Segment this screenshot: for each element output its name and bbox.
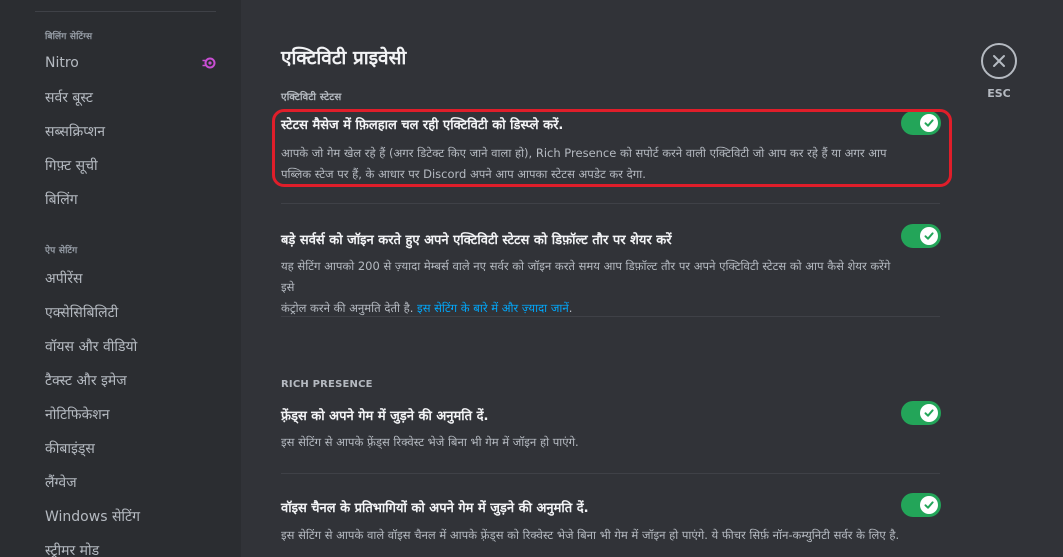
sidebar-item-label: गिफ़्ट सूची — [45, 157, 98, 174]
sidebar-item-label: स्ट्रीमर मोड — [45, 542, 100, 557]
sidebar-item-language[interactable]: लैंग्वेज — [35, 466, 225, 498]
learn-more-link[interactable]: इस सेटिंग के बारे में और ज़्यादा जानें — [417, 301, 569, 315]
divider — [281, 316, 940, 317]
toggle-knob — [920, 404, 938, 422]
sidebar-item-keybinds[interactable]: कीबाइंड्स — [35, 432, 225, 464]
toggle-knob — [920, 227, 938, 245]
sidebar-item-streamer-mode[interactable]: स्ट्रीमर मोड — [35, 534, 225, 557]
checkmark-icon — [924, 119, 934, 127]
divider — [281, 473, 940, 474]
divider — [281, 203, 940, 204]
close-icon — [993, 55, 1005, 67]
description-line: पब्लिक स्टेज पर हैं, के आधार पर Discord … — [281, 167, 646, 181]
description-line: आपके जो गेम खेल रहे हैं (अगर डिटेक्ट किए… — [281, 146, 887, 160]
sidebar-item-notifications[interactable]: नोटिफिकेशन — [35, 398, 225, 430]
close-area: ESC — [979, 43, 1019, 100]
share-activity-large-servers-title: बड़े सर्वर्स को जॉइन करते हुए अपने एक्टि… — [281, 233, 672, 248]
sidebar-item-label: टैक्स्ट और इमेज — [45, 372, 127, 389]
esc-label: ESC — [987, 87, 1011, 100]
sidebar-item-label: सब्सक्रिप्शन — [45, 123, 106, 140]
sidebar-item-label: Windows सेटिंग — [45, 508, 140, 525]
voice-channel-join-game-description: इस सेटिंग से आपके वाले वॉइस चैनल में आपक… — [281, 525, 941, 546]
share-activity-large-servers-description: यह सेटिंग आपको 200 से ज़्यादा मेम्बर्स व… — [281, 256, 906, 319]
sidebar-divider — [35, 11, 216, 12]
sidebar-item-label: नोटिफिकेशन — [45, 406, 110, 423]
checkmark-icon — [924, 501, 934, 509]
share-activity-large-servers-toggle[interactable] — [901, 224, 941, 248]
sidebar-item-gift-inventory[interactable]: गिफ़्ट सूची — [35, 149, 225, 181]
sidebar-item-label: Nitro — [45, 55, 79, 71]
toggle-knob — [920, 496, 938, 514]
description-line: इस सेटिंग से आपके फ़्रेंड्स रिक्वेस्ट भे… — [281, 435, 579, 449]
description-line: इस सेटिंग से आपके वाले वॉइस चैनल में आपक… — [281, 528, 900, 542]
sidebar-item-label: अपीरेंस — [45, 270, 83, 287]
friends-join-game-title: फ़्रेंड्स को अपने गेम में जुड़ने की अनुम… — [281, 409, 489, 424]
display-activity-setting-title: स्टेटस मैसेज में फ़िलहाल चल रही एक्टिविट… — [281, 118, 564, 133]
sidebar-item-appearance[interactable]: अपीरेंस — [35, 262, 225, 294]
sidebar-item-subscriptions[interactable]: सब्सक्रिप्शन — [35, 115, 225, 147]
sidebar-item-billing[interactable]: बिलिंग — [35, 183, 225, 215]
checkmark-icon — [924, 409, 934, 417]
toggle-knob — [920, 114, 938, 132]
sidebar-item-label: सर्वर बूस्ट — [45, 89, 93, 106]
sidebar-item-label: वॉयस और वीडियो — [45, 338, 138, 355]
voice-channel-join-game-title: वॉइस चैनल के प्रतिभागियों को अपने गेम मे… — [281, 501, 589, 516]
checkmark-icon — [924, 232, 934, 240]
sidebar-item-label: एक्सेसिबिलिटी — [45, 304, 119, 321]
voice-channel-join-game-toggle[interactable] — [901, 493, 941, 517]
nitro-icon — [202, 57, 216, 69]
rich-presence-section-header: RICH PRESENCE — [281, 379, 373, 390]
sidebar-item-label: बिलिंग — [45, 191, 78, 208]
friends-join-game-description: इस सेटिंग से आपके फ़्रेंड्स रिक्वेस्ट भे… — [281, 432, 906, 453]
settings-content: एक्टिविटी प्राइवेसी एक्टिविटी स्टेटस स्ट… — [241, 0, 1063, 557]
sidebar-item-nitro[interactable]: Nitro — [35, 47, 225, 79]
settings-window: बिलिंग सेटिंग्स Nitro सर्वर बूस्ट सब्सक्… — [0, 0, 1063, 557]
friends-join-game-toggle[interactable] — [901, 401, 941, 425]
activity-status-section-header: एक्टिविटी स्टेटस — [281, 92, 342, 103]
sidebar-item-windows-settings[interactable]: Windows सेटिंग — [35, 500, 225, 532]
display-activity-toggle[interactable] — [901, 111, 941, 135]
app-settings-header: ऐप सेटिंग — [45, 246, 78, 256]
billing-settings-header: बिलिंग सेटिंग्स — [45, 32, 93, 42]
page-title: एक्टिविटी प्राइवेसी — [281, 47, 407, 69]
close-button[interactable] — [981, 43, 1017, 79]
settings-sidebar: बिलिंग सेटिंग्स Nitro सर्वर बूस्ट सब्सक्… — [0, 0, 241, 557]
sidebar-item-label: लैंग्वेज — [45, 474, 77, 491]
sidebar-item-voice-video[interactable]: वॉयस और वीडियो — [35, 330, 225, 362]
description-line: यह सेटिंग आपको 200 से ज़्यादा मेम्बर्स व… — [281, 259, 891, 294]
sidebar-item-accessibility[interactable]: एक्सेसिबिलिटी — [35, 296, 225, 328]
sidebar-item-label: कीबाइंड्स — [45, 440, 95, 457]
display-activity-setting-description: आपके जो गेम खेल रहे हैं (अगर डिटेक्ट किए… — [281, 143, 906, 185]
sidebar-item-server-boost[interactable]: सर्वर बूस्ट — [35, 81, 225, 113]
sidebar-item-text-images[interactable]: टैक्स्ट और इमेज — [35, 364, 225, 396]
